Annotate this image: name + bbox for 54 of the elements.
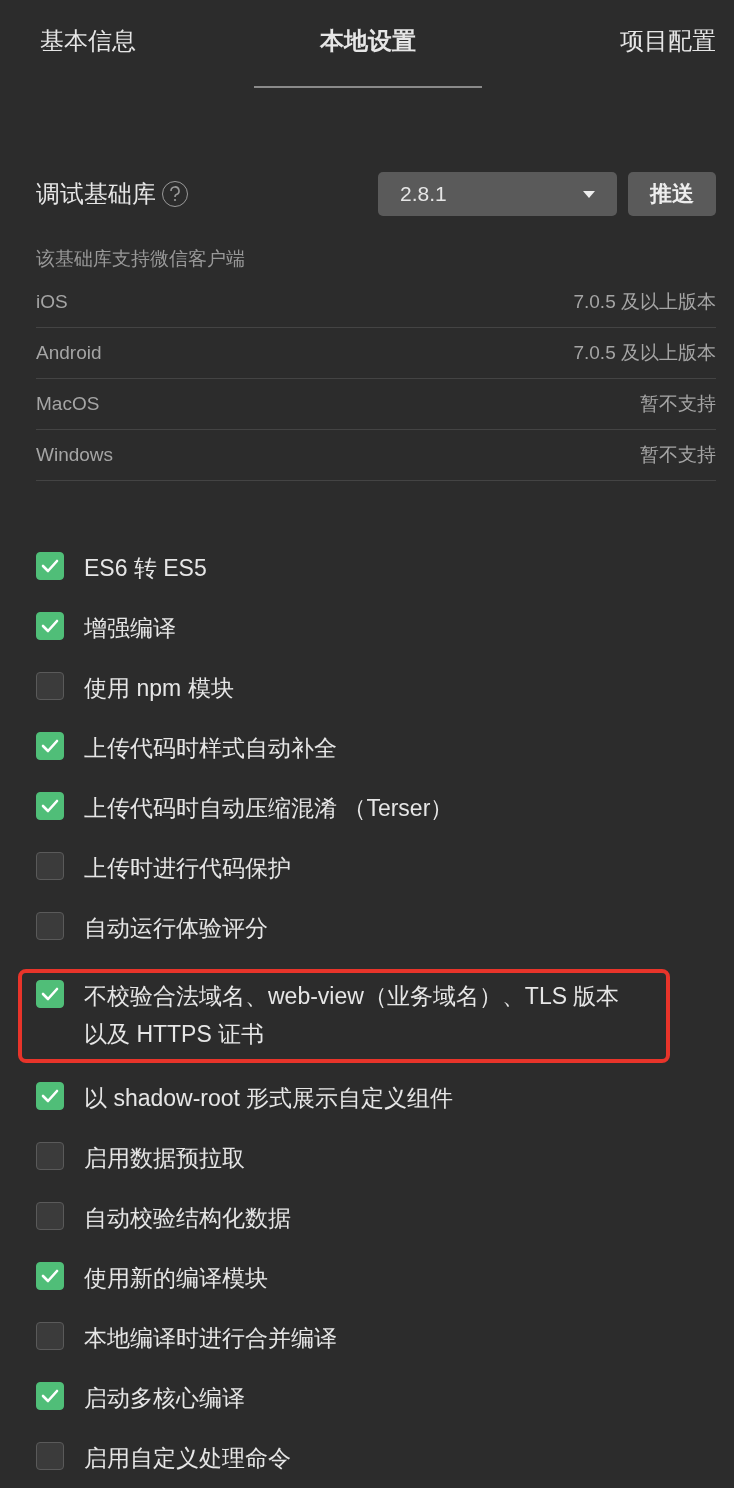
platform-name: MacOS — [36, 393, 100, 415]
checkbox[interactable] — [36, 1142, 64, 1170]
option-label: 启用数据预拉取 — [84, 1144, 246, 1173]
checkmark-icon — [41, 987, 59, 1001]
checkbox[interactable] — [36, 1082, 64, 1110]
checkbox[interactable] — [36, 1442, 64, 1470]
option-label: 启用自定义处理命令 — [84, 1444, 292, 1473]
option-label: 自动运行体验评分 — [84, 914, 269, 943]
setting-label: 调试基础库 — [36, 179, 156, 209]
option-label: 使用 npm 模块 — [84, 674, 235, 703]
tab[interactable]: 本地设置 — [254, 0, 482, 88]
option-label: 上传时进行代码保护 — [84, 854, 292, 883]
version-dropdown[interactable]: 2.8.1 — [378, 172, 617, 216]
checkmark-icon — [41, 559, 59, 573]
checkbox[interactable] — [36, 732, 64, 760]
checkbox[interactable] — [36, 980, 64, 1008]
platform-name: Windows — [36, 444, 114, 466]
checkmark-icon — [41, 619, 59, 633]
support-title: 该基础库支持微信客户端 — [36, 247, 246, 271]
checkbox[interactable] — [36, 612, 64, 640]
checkbox[interactable] — [36, 1202, 64, 1230]
option-label: 增强编译 — [84, 614, 177, 643]
platform-name: iOS — [36, 291, 68, 313]
checkbox[interactable] — [36, 552, 64, 580]
push-button[interactable]: 推送 — [628, 172, 716, 216]
version-requirement: 7.0.5 及以上版本 — [573, 290, 716, 314]
checkbox[interactable] — [36, 1322, 64, 1350]
checkbox[interactable] — [36, 852, 64, 880]
caret-icon — [583, 190, 595, 198]
tab[interactable]: 基本信息 — [20, 0, 180, 88]
checkmark-icon — [41, 799, 59, 813]
checkmark-icon — [41, 1389, 59, 1403]
platform-name: Android — [36, 342, 102, 364]
tab[interactable]: 项目配置 — [556, 0, 716, 88]
version-requirement: 暂不支持 — [640, 392, 716, 416]
checkbox[interactable] — [36, 672, 64, 700]
checkmark-icon — [41, 1269, 59, 1283]
option-label: 自动校验结构化数据 — [84, 1204, 292, 1233]
option-label: 以 shadow-root 形式展示自定义组件 — [84, 1084, 455, 1113]
option-label: 上传代码时样式自动补全 — [84, 734, 338, 763]
option-label: 本地编译时进行合并编译 — [84, 1324, 338, 1353]
option-label: 启动多核心编译 — [84, 1384, 246, 1413]
option-label: 上传代码时自动压缩混淆 （Terser） — [84, 794, 455, 823]
checkbox[interactable] — [36, 1382, 64, 1410]
option-label: ES6 转 ES5 — [84, 554, 208, 583]
checkmark-icon — [41, 1089, 59, 1103]
version-requirement: 7.0.5 及以上版本 — [573, 341, 716, 365]
checkbox[interactable] — [36, 912, 64, 940]
option-label: 使用新的编译模块 — [84, 1264, 269, 1293]
checkmark-icon — [41, 739, 59, 753]
option-label: 不校验合法域名、web-view（业务域名）、TLS 版本以及 HTTPS 证书 — [84, 982, 621, 1049]
checkbox[interactable] — [36, 792, 64, 820]
checkbox[interactable] — [36, 1262, 64, 1290]
version-requirement: 暂不支持 — [640, 443, 716, 467]
